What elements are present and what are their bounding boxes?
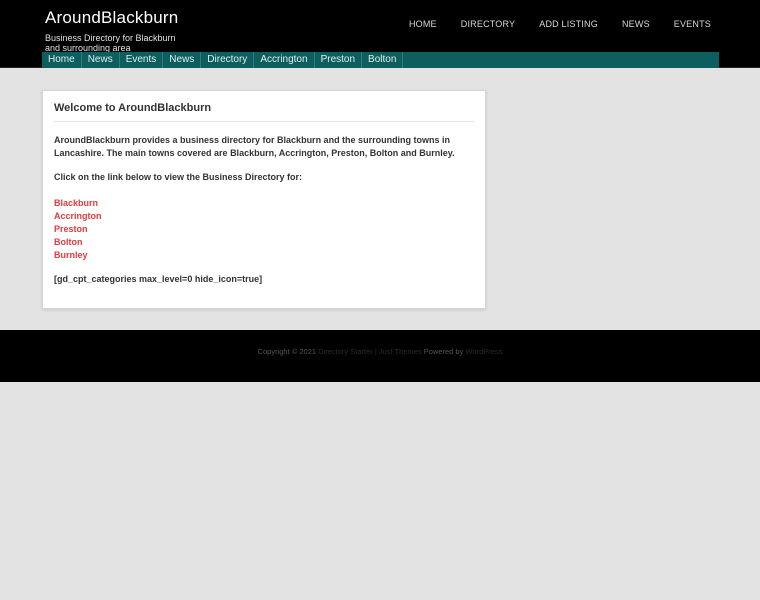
instruction-text: Click on the link below to view the Busi… [54, 172, 303, 182]
link-accrington[interactable]: Accrington [54, 210, 102, 223]
shortcode-text: [gd_cpt_categories max_level=0 hide_icon… [54, 274, 263, 284]
subnav-events[interactable]: Events [120, 52, 164, 68]
wordpress-link[interactable]: WordPress [465, 347, 502, 356]
title-divider [54, 121, 474, 122]
welcome-article: Welcome to AroundBlackburn AroundBlackbu… [42, 90, 486, 309]
page-title: Welcome to AroundBlackburn [54, 102, 212, 114]
subnav-bolton[interactable]: Bolton [362, 52, 404, 68]
subnav-preston[interactable]: Preston [315, 52, 363, 68]
subnav-home[interactable]: Home [42, 52, 82, 68]
site-title[interactable]: AroundBlackburn [45, 8, 178, 28]
copyright-text: Copyright © 2021 [257, 347, 317, 356]
intro-paragraph: AroundBlackburn provides a business dire… [54, 135, 455, 158]
site-description: Business Directory for Blackburn and sur… [45, 33, 176, 53]
nav-events[interactable]: EVENTS [674, 19, 711, 29]
powered-by-text: Powered by [423, 347, 464, 356]
nav-home[interactable]: HOME [409, 19, 437, 29]
link-burnley[interactable]: Burnley [54, 249, 102, 262]
subnav-directory[interactable]: Directory [201, 52, 255, 68]
link-bolton[interactable]: Bolton [54, 236, 102, 249]
site-footer: Copyright © 2021 Directory Starter | Jus… [0, 330, 760, 382]
link-preston[interactable]: Preston [54, 223, 102, 236]
top-nav: HOME DIRECTORY ADD LISTING NEWS EVENTS [385, 19, 711, 29]
subnav-accrington[interactable]: Accrington [254, 52, 315, 68]
nav-news[interactable]: NEWS [622, 19, 650, 29]
nav-directory[interactable]: DIRECTORY [461, 19, 515, 29]
link-blackburn[interactable]: Blackburn [54, 197, 102, 210]
subnav-news[interactable]: News [82, 52, 120, 68]
theme-link[interactable]: Directory Starter | Just Themes [318, 347, 422, 356]
town-links: Blackburn Accrington Preston Bolton Burn… [54, 197, 102, 262]
nav-add-listing[interactable]: ADD LISTING [539, 19, 598, 29]
secondary-nav: Home News Events News Directory Accringt… [42, 52, 719, 68]
subnav-news-2[interactable]: News [163, 52, 202, 68]
footer-text: Copyright © 2021 Directory Starter | Jus… [0, 347, 760, 356]
